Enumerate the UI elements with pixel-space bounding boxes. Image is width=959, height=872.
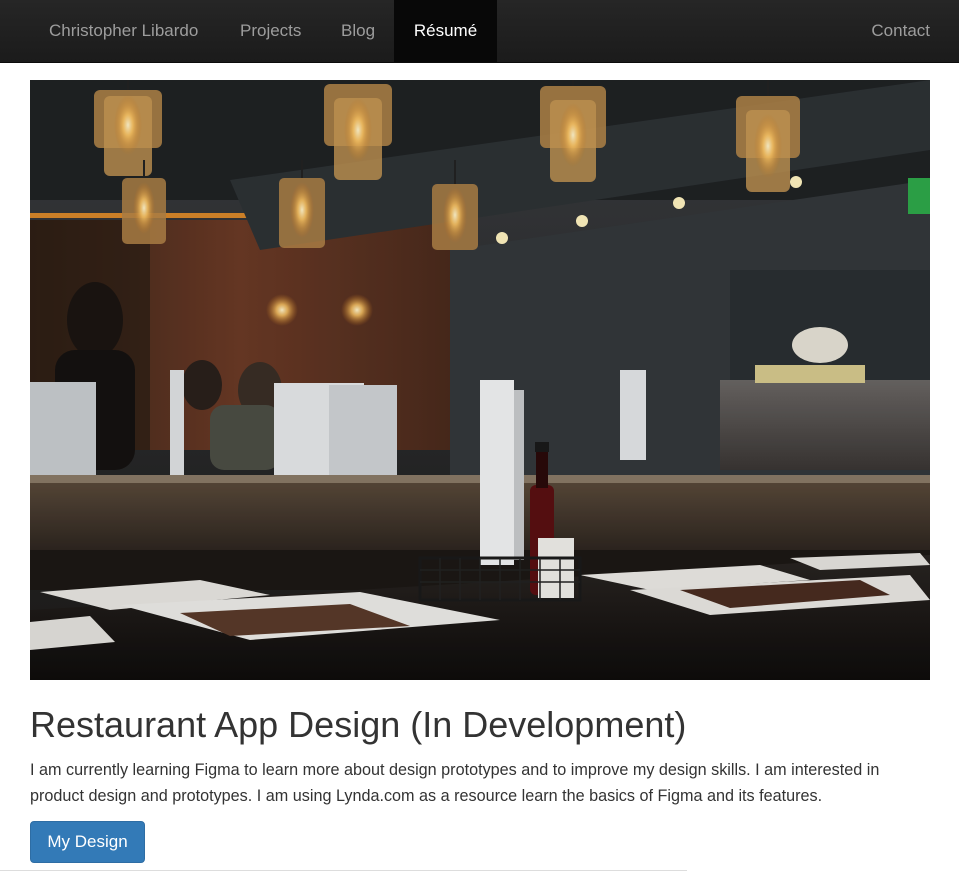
- project-description: I am currently learning Figma to learn m…: [30, 761, 880, 805]
- nav-item-projects[interactable]: Projects: [240, 0, 301, 62]
- nav-brand-link[interactable]: Christopher Libardo: [49, 0, 198, 62]
- project-title: Restaurant App Design (In Development): [30, 704, 687, 745]
- nav-item-contact[interactable]: Contact: [871, 0, 930, 62]
- my-design-button[interactable]: My Design: [30, 821, 145, 863]
- divider: [0, 870, 687, 871]
- top-navbar: Christopher Libardo Projects Blog Résumé…: [0, 0, 959, 63]
- nav-item-blog[interactable]: Blog: [341, 0, 375, 62]
- restaurant-interior-photo: [30, 80, 930, 680]
- nav-item-resume[interactable]: Résumé: [394, 0, 497, 62]
- project-hero-image: [30, 80, 930, 680]
